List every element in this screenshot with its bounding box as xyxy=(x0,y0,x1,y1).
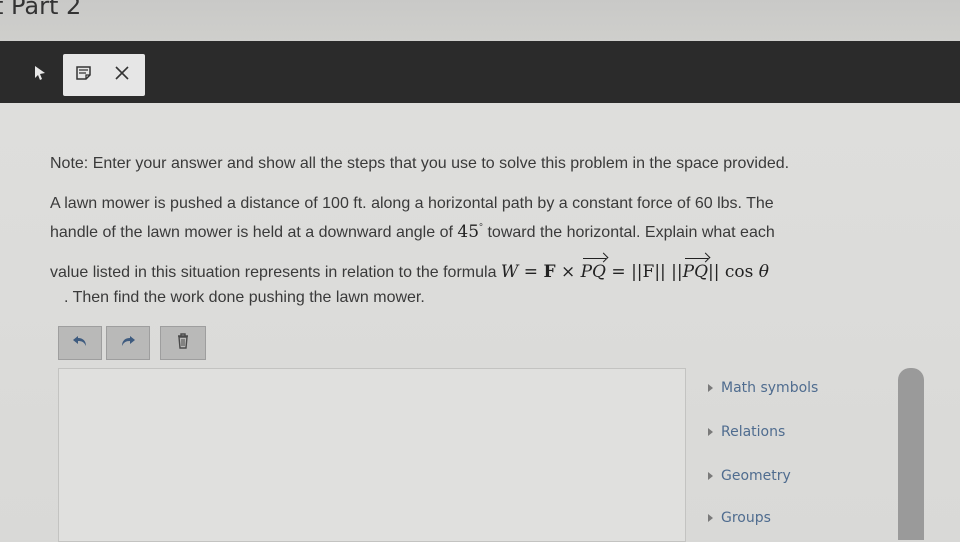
problem-line-3: value listed in this situation represent… xyxy=(50,258,770,282)
pointer-tool[interactable] xyxy=(24,57,56,93)
formula-w: W xyxy=(500,262,519,282)
instruction-note: Note: Enter your answer and show all the… xyxy=(50,155,790,172)
editor-toolbar xyxy=(58,326,206,360)
formula-times: × xyxy=(555,262,581,282)
note-tool[interactable] xyxy=(68,57,100,93)
palette-item-label: Relations xyxy=(721,424,786,440)
palette-item-label: Geometry xyxy=(721,468,791,484)
palette-relations[interactable]: Relations xyxy=(708,424,785,440)
undo-icon xyxy=(72,334,88,353)
formula-theta: θ xyxy=(758,262,770,282)
formula-equals-2: = xyxy=(606,262,632,282)
vector-pq-norm: PQ xyxy=(682,258,709,282)
angle-value: 45 xyxy=(457,222,480,242)
undo-button[interactable] xyxy=(58,326,102,360)
close-tool[interactable] xyxy=(106,57,138,93)
delete-button[interactable] xyxy=(160,326,206,360)
problem-line-2: handle of the lawn mower is held at a do… xyxy=(50,222,775,242)
line3-start: value listed in this situation represent… xyxy=(50,264,497,281)
problem-line-1: A lawn mower is pushed a distance of 100… xyxy=(50,195,774,212)
palette-groups[interactable]: Groups xyxy=(708,510,771,526)
redo-button[interactable] xyxy=(106,326,150,360)
palette-geometry[interactable]: Geometry xyxy=(708,468,791,484)
expand-triangle-icon xyxy=(708,428,713,436)
work-formula: W = F × PQ = ||F|| ||PQ|| cos θ xyxy=(500,258,770,282)
degree-mark: ° xyxy=(479,222,484,234)
palette-item-label: Math symbols xyxy=(721,380,819,396)
cursor-arrow-icon xyxy=(33,65,47,86)
close-icon xyxy=(114,65,130,86)
top-strip: t Part 2 xyxy=(0,0,960,42)
vector-pq: PQ xyxy=(580,258,607,282)
formula-norm-f: ||F|| || xyxy=(631,262,683,282)
trash-icon xyxy=(176,332,190,354)
answer-input-area[interactable] xyxy=(58,368,686,542)
palette-item-label: Groups xyxy=(721,510,771,526)
expand-triangle-icon xyxy=(708,384,713,392)
formula-cos: cos xyxy=(719,262,759,282)
palette-scrollbar[interactable] xyxy=(898,368,924,540)
note-icon xyxy=(75,65,93,86)
expand-triangle-icon xyxy=(708,514,713,522)
formula-equals-1: = xyxy=(518,262,544,282)
problem-line-4: . Then find the work done pushing the la… xyxy=(64,289,425,306)
expand-triangle-icon xyxy=(708,472,713,480)
formula-norm-end: || xyxy=(708,262,720,282)
formula-f: F xyxy=(543,262,556,282)
line2-start: handle of the lawn mower is held at a do… xyxy=(50,224,453,241)
palette-math-symbols[interactable]: Math symbols xyxy=(708,380,818,396)
line2-end: toward the horizontal. Explain what each xyxy=(487,224,775,241)
part-title: t Part 2 xyxy=(0,0,82,20)
redo-icon xyxy=(120,334,136,353)
